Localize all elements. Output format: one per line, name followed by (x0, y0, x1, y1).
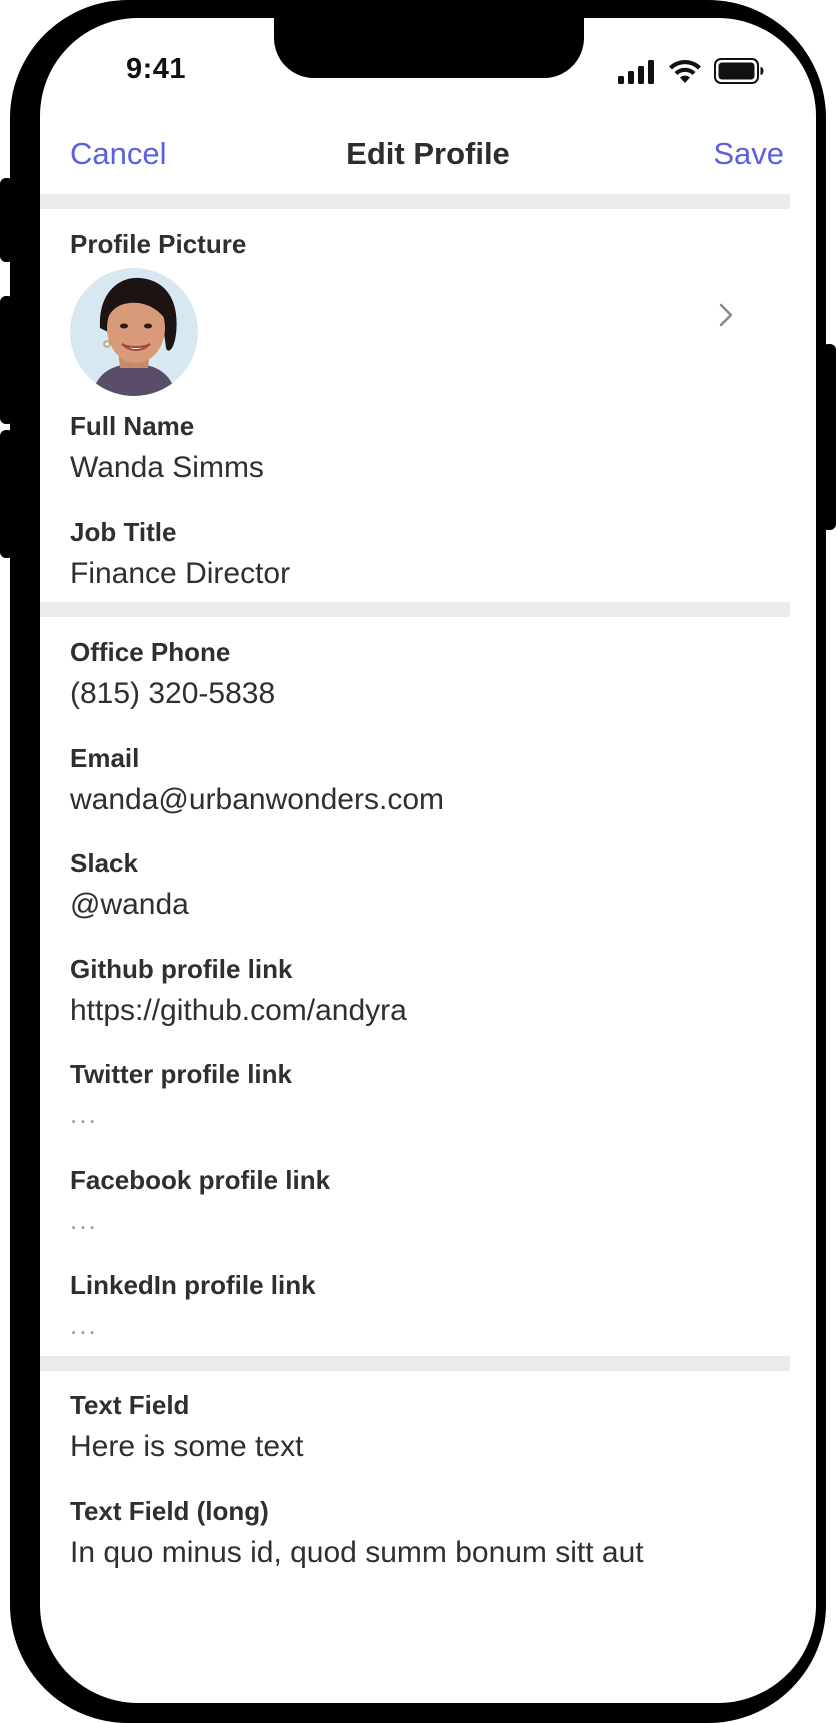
twitter-link-field[interactable]: Twitter profile link ... (70, 1058, 770, 1128)
cellular-signal-icon (618, 60, 654, 84)
status-icons (618, 58, 764, 84)
office-phone-field[interactable]: Office Phone (815) 320-5838 (70, 636, 770, 712)
field-value[interactable]: https://github.com/andyra (70, 993, 770, 1029)
field-label: Twitter profile link (70, 1059, 292, 1089)
field-label: Slack (70, 848, 138, 878)
field-placeholder[interactable]: ... (70, 1100, 770, 1128)
section-divider (40, 602, 790, 617)
nav-bar: Cancel Edit Profile Save (40, 114, 816, 194)
avatar-image (70, 268, 198, 396)
field-label: Text Field (70, 1390, 190, 1420)
chevron-right-icon[interactable] (716, 300, 736, 330)
battery-icon (714, 58, 764, 84)
job-title-field[interactable]: Job Title Finance Director (70, 516, 770, 592)
field-label: Github profile link (70, 954, 293, 984)
avatar[interactable] (70, 268, 198, 396)
page-title: Edit Profile (346, 136, 510, 171)
full-name-field[interactable]: Full Name Wanda Simms (70, 410, 770, 486)
notch (274, 18, 584, 78)
email-field[interactable]: Email wanda@urbanwonders.com (70, 742, 770, 818)
wifi-icon (669, 60, 701, 83)
field-value[interactable]: (815) 320-5838 (70, 676, 770, 712)
status-time: 9:41 (126, 53, 187, 85)
field-label: Facebook profile link (70, 1165, 331, 1195)
field-value[interactable]: Wanda Simms (70, 450, 770, 486)
field-label: Office Phone (70, 637, 231, 667)
field-placeholder[interactable]: ... (70, 1206, 770, 1234)
field-label: Email (70, 743, 140, 773)
field-label: Text Field (long) (70, 1496, 269, 1526)
field-value[interactable]: wanda@urbanwonders.com (70, 782, 770, 818)
github-link-field[interactable]: Github profile link https://github.com/a… (70, 953, 770, 1029)
linkedin-link-field[interactable]: LinkedIn profile link ... (70, 1269, 770, 1339)
save-button[interactable]: Save (713, 136, 784, 172)
phone-frame: 9:41 Cancel Edit Profile Save Profile Pi… (10, 0, 826, 1723)
section-divider (40, 1356, 790, 1371)
profile-picture-label: Profile Picture (70, 229, 247, 259)
scroll-clip (40, 1540, 816, 1703)
field-label: LinkedIn profile link (70, 1270, 316, 1300)
field-label: Full Name (70, 411, 195, 441)
field-value[interactable]: Finance Director (70, 556, 770, 592)
field-label: Job Title (70, 517, 177, 547)
section-divider (40, 194, 790, 209)
text-field[interactable]: Text Field Here is some text (70, 1389, 770, 1465)
profile-picture-row[interactable]: Profile Picture (70, 228, 770, 260)
field-value[interactable]: @wanda (70, 887, 770, 923)
slack-field[interactable]: Slack @wanda (70, 847, 770, 923)
field-placeholder[interactable]: ... (70, 1311, 770, 1339)
phone-screen: 9:41 Cancel Edit Profile Save Profile Pi… (40, 18, 816, 1703)
facebook-link-field[interactable]: Facebook profile link ... (70, 1164, 770, 1234)
field-value[interactable]: Here is some text (70, 1429, 770, 1465)
